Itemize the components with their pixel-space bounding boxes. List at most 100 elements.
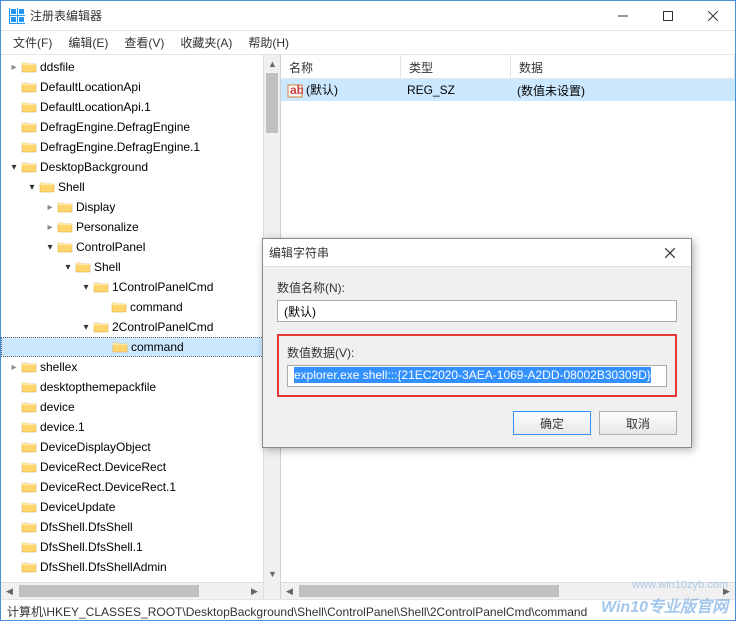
tree-item-label: DefaultLocationApi bbox=[40, 80, 141, 94]
tree-item[interactable]: ▸DefragEngine.DefragEngine bbox=[1, 117, 280, 137]
tree-item-label: DeviceDisplayObject bbox=[40, 440, 151, 454]
scrollbar-thumb[interactable] bbox=[266, 73, 278, 133]
folder-icon bbox=[21, 120, 37, 134]
chevron-down-icon[interactable]: ▾ bbox=[25, 182, 39, 193]
chevron-right-icon[interactable]: ▸ bbox=[7, 62, 21, 73]
menu-help[interactable]: 帮助(H) bbox=[240, 31, 297, 54]
watermark-url: www.win10zyb.com bbox=[632, 579, 728, 591]
scroll-up-icon[interactable]: ▲ bbox=[264, 55, 281, 72]
tree-item-label: DesktopBackground bbox=[40, 160, 148, 174]
scroll-down-icon[interactable]: ▼ bbox=[264, 565, 281, 582]
scrollbar-thumb[interactable] bbox=[299, 585, 559, 597]
tree-item[interactable]: ▸shellex bbox=[1, 357, 280, 377]
tree-item[interactable]: ▸DefaultLocationApi.1 bbox=[1, 97, 280, 117]
tree-horizontal-scrollbar[interactable]: ◀ ▶ bbox=[1, 582, 263, 599]
tree-item-label: DfsShell.DfsShell.1 bbox=[40, 540, 143, 554]
tree-item[interactable]: ▸DfsShell.DfsShell bbox=[1, 517, 280, 537]
value-name: (默认) bbox=[306, 83, 338, 97]
dialog-title: 编辑字符串 bbox=[269, 244, 655, 261]
tree-item[interactable]: ▸device.1 bbox=[1, 417, 280, 437]
tree-item-label: desktopthemepackfile bbox=[40, 380, 156, 394]
folder-icon bbox=[21, 380, 37, 394]
tree-item[interactable]: ▾ Shell bbox=[1, 177, 280, 197]
tree-item[interactable]: ▸DeviceDisplayObject bbox=[1, 437, 280, 457]
tree-item[interactable]: ▸DfsShell.DfsShell.1 bbox=[1, 537, 280, 557]
highlight-annotation: 数值数据(V): explorer.exe shell:::{21EC2020-… bbox=[277, 334, 677, 397]
folder-icon bbox=[21, 400, 37, 414]
close-button[interactable] bbox=[690, 1, 735, 31]
tree-item-label: Shell bbox=[94, 260, 121, 274]
folder-icon bbox=[75, 260, 91, 274]
cancel-button[interactable]: 取消 bbox=[599, 411, 677, 435]
tree-item[interactable]: ▸ Personalize bbox=[1, 217, 280, 237]
tree-item[interactable]: ▾ DesktopBackground bbox=[1, 157, 280, 177]
tree-item[interactable]: ▸DefaultLocationApi bbox=[1, 77, 280, 97]
tree-item[interactable]: ▾ControlPanel bbox=[1, 237, 280, 257]
minimize-button[interactable] bbox=[600, 1, 645, 31]
maximize-button[interactable] bbox=[645, 1, 690, 31]
tree-item[interactable]: ▸command bbox=[1, 297, 280, 317]
tree-item[interactable]: ▸ ddsfile bbox=[1, 57, 280, 77]
folder-icon bbox=[21, 100, 37, 114]
menubar: 文件(F) 编辑(E) 查看(V) 收藏夹(A) 帮助(H) bbox=[1, 31, 735, 55]
folder-icon bbox=[93, 320, 109, 334]
value-name-input[interactable] bbox=[277, 300, 677, 322]
chevron-down-icon[interactable]: ▾ bbox=[79, 322, 93, 333]
scroll-left-icon[interactable]: ◀ bbox=[281, 583, 298, 600]
tree-item[interactable]: ▸Display bbox=[1, 197, 280, 217]
chevron-down-icon[interactable]: ▾ bbox=[7, 162, 21, 173]
titlebar[interactable]: 注册表编辑器 bbox=[1, 1, 735, 31]
tree-panel[interactable]: ▸ddsfile▸DefaultLocationApi▸DefaultLocat… bbox=[1, 55, 281, 599]
folder-icon bbox=[21, 500, 37, 514]
tree-item[interactable]: ▸DeviceUpdate bbox=[1, 497, 280, 517]
tree-item-label: 2ControlPanelCmd bbox=[112, 320, 213, 334]
folder-icon bbox=[57, 200, 73, 214]
edit-string-dialog: 编辑字符串 数值名称(N): 数值数据(V): explorer.exe she… bbox=[262, 238, 692, 448]
window-title: 注册表编辑器 bbox=[30, 7, 600, 24]
folder-icon bbox=[111, 300, 127, 314]
tree-item-label: DeviceUpdate bbox=[40, 500, 115, 514]
dialog-titlebar[interactable]: 编辑字符串 bbox=[263, 239, 691, 267]
tree-item[interactable]: ▾ Shell bbox=[1, 257, 280, 277]
folder-icon bbox=[21, 420, 37, 434]
menu-edit[interactable]: 编辑(E) bbox=[60, 31, 116, 54]
folder-icon bbox=[21, 540, 37, 554]
tree-item-label: Personalize bbox=[76, 220, 139, 234]
tree-item-label: device.1 bbox=[40, 420, 85, 434]
scrollbar-thumb[interactable] bbox=[19, 585, 199, 597]
menu-file[interactable]: 文件(F) bbox=[5, 31, 60, 54]
column-data[interactable]: 数据 bbox=[511, 55, 735, 78]
tree-item-label: command bbox=[130, 300, 183, 314]
tree-item[interactable]: ▸DfsShell.DfsShellAdmin bbox=[1, 557, 280, 577]
chevron-down-icon[interactable]: ▾ bbox=[79, 282, 93, 293]
column-type[interactable]: 类型 bbox=[401, 55, 511, 78]
tree-item[interactable]: ▸device bbox=[1, 397, 280, 417]
folder-icon bbox=[39, 180, 55, 194]
tree-item[interactable]: ▸desktopthemepackfile bbox=[1, 377, 280, 397]
ok-button[interactable]: 确定 bbox=[513, 411, 591, 435]
tree-item-label: ddsfile bbox=[40, 60, 75, 74]
tree-item[interactable]: ▸DeviceRect.DeviceRect.1 bbox=[1, 477, 280, 497]
column-name[interactable]: 名称 bbox=[281, 55, 401, 78]
svg-text:ab: ab bbox=[290, 83, 303, 97]
chevron-right-icon[interactable]: ▸ bbox=[43, 202, 57, 213]
dialog-close-button[interactable] bbox=[655, 243, 685, 263]
scroll-left-icon[interactable]: ◀ bbox=[1, 583, 18, 599]
string-value-icon: ab bbox=[287, 83, 303, 99]
tree-item[interactable]: ▸command bbox=[1, 337, 280, 357]
menu-favorites[interactable]: 收藏夹(A) bbox=[172, 31, 240, 54]
tree-item[interactable]: ▾1ControlPanelCmd bbox=[1, 277, 280, 297]
tree-item[interactable]: ▸DefragEngine.DefragEngine.1 bbox=[1, 137, 280, 157]
chevron-right-icon[interactable]: ▸ bbox=[7, 362, 21, 373]
tree-item[interactable]: ▾ 2ControlPanelCmd bbox=[1, 317, 280, 337]
chevron-down-icon[interactable]: ▾ bbox=[43, 242, 57, 253]
chevron-right-icon[interactable]: ▸ bbox=[43, 222, 57, 233]
chevron-down-icon[interactable]: ▾ bbox=[61, 262, 75, 273]
app-icon bbox=[9, 8, 25, 24]
menu-view[interactable]: 查看(V) bbox=[116, 31, 172, 54]
tree-item-label: Shell bbox=[58, 180, 85, 194]
value-data-input[interactable]: explorer.exe shell:::{21EC2020-3AEA-1069… bbox=[287, 365, 667, 387]
scroll-right-icon[interactable]: ▶ bbox=[246, 583, 263, 599]
list-row[interactable]: ab(默认)REG_SZ(数值未设置) bbox=[281, 79, 735, 101]
tree-item[interactable]: ▸DeviceRect.DeviceRect bbox=[1, 457, 280, 477]
